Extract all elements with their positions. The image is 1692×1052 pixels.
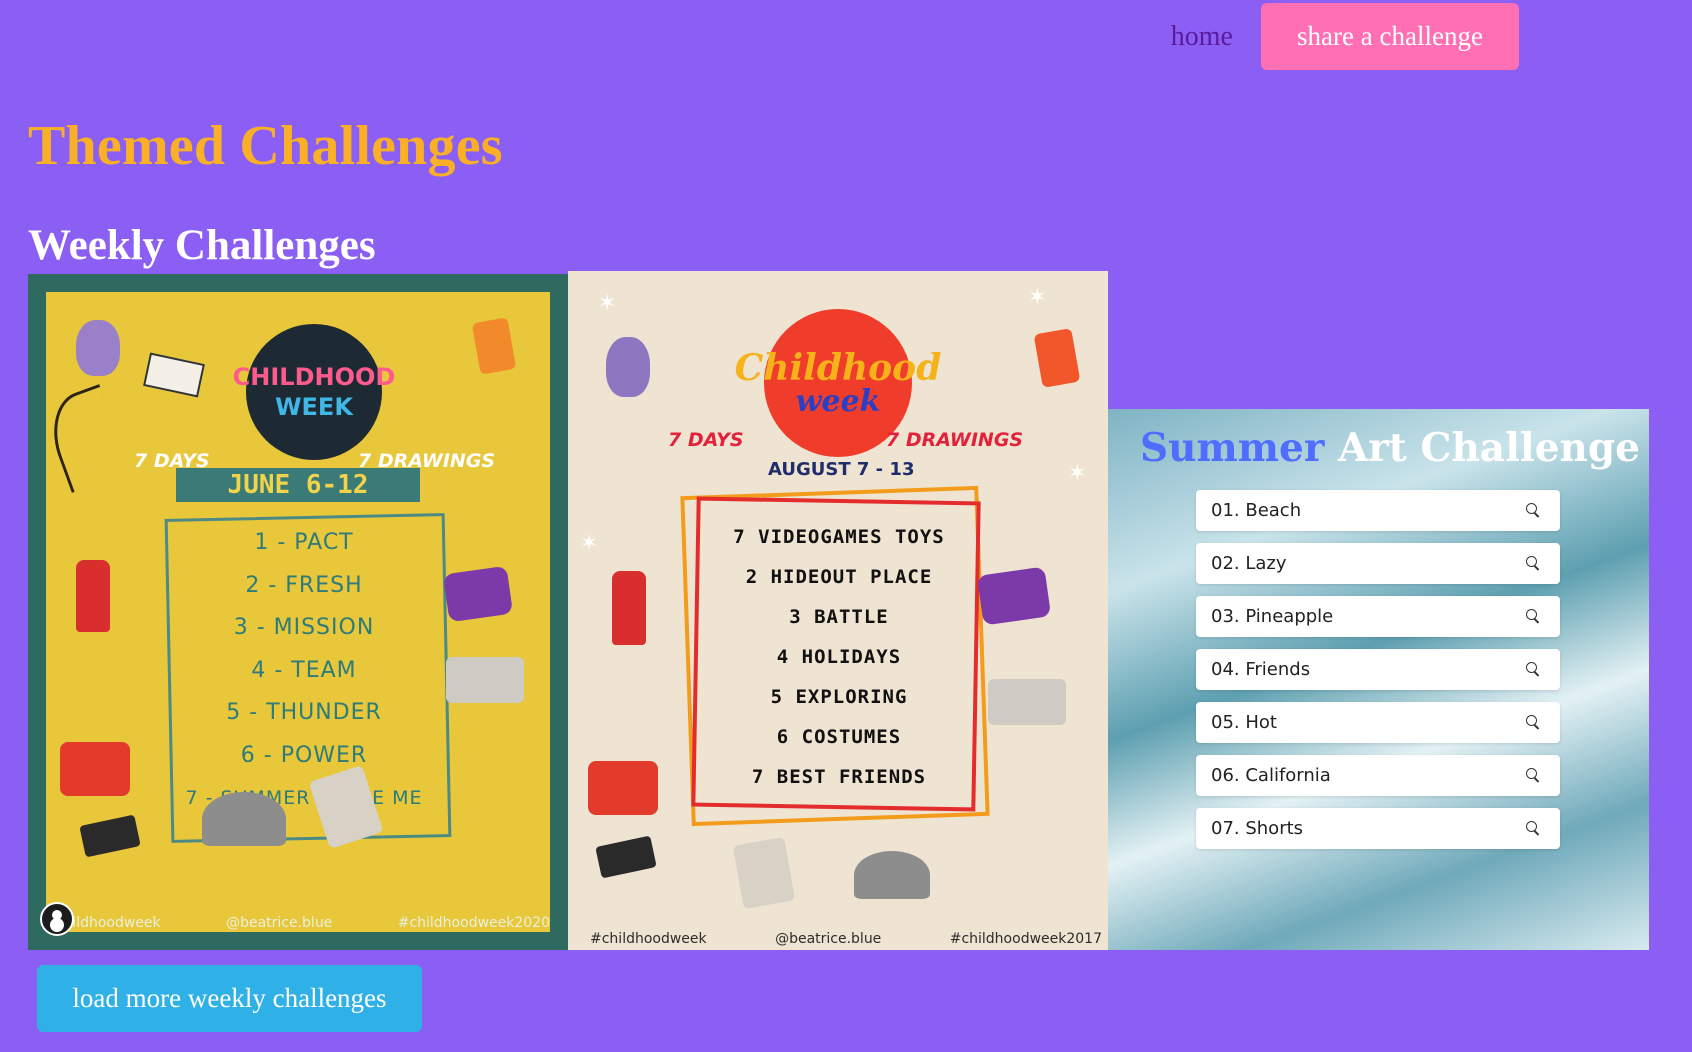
nasa-cap-decoration <box>202 792 286 846</box>
prompt-item-friends[interactable]: 04. Friends <box>1196 649 1560 690</box>
card-footer: #childhoodweek @beatrice.blue #childhood… <box>44 912 550 934</box>
radio-decoration <box>588 761 658 815</box>
card-poster: CHILDHOOD WEEK 7 DAYS 7 DRAWINGS JUNE 6-… <box>39 292 550 934</box>
hashtag-left: #childhoodweek <box>590 931 707 947</box>
list-item: 5 - THUNDER <box>226 700 382 725</box>
prompt-label: 04. Friends <box>1211 659 1311 680</box>
challenge-card-childhood-week-2017[interactable]: ✶ ✶ ✶ ✶ ✶ Childhood week 7 DAYS 7 DRAWIN… <box>568 271 1108 950</box>
list-item: 1 - PACT <box>254 530 354 555</box>
user-icon[interactable] <box>40 902 74 936</box>
prompt-list: 1 - PACT 2 - FRESH 3 - MISSION 4 - TEAM … <box>154 522 454 820</box>
card-title-word-2: Art Challenge <box>1338 425 1640 471</box>
handheld-game-decoration <box>471 317 517 375</box>
prompt-label: 03. Pineapple <box>1211 606 1334 627</box>
card-footer: #childhoodweek @beatrice.blue #childhood… <box>590 928 1102 950</box>
share-challenge-button[interactable]: share a challenge <box>1261 3 1519 70</box>
palm-decoration <box>39 384 132 493</box>
days-label: 7 DAYS <box>668 429 744 451</box>
childhood-week-badge: CHILDHOOD WEEK <box>233 324 395 460</box>
list-item: 6 - POWER <box>240 742 368 768</box>
list-item: 7 BEST FRIENDS <box>751 766 927 788</box>
prompt-item-hot[interactable]: 05. Hot <box>1196 702 1560 743</box>
star-decoration: ✶ <box>1068 461 1087 486</box>
list-item: 4 - TEAM <box>251 657 357 683</box>
gameboy-decoration <box>732 836 796 910</box>
drawings-label: 7 DRAWINGS <box>886 429 1024 451</box>
search-icon[interactable] <box>1524 714 1542 732</box>
robot-figure-decoration <box>76 560 110 632</box>
card-title: Summer Art Challenge <box>1140 425 1640 471</box>
search-icon[interactable] <box>1524 555 1542 573</box>
console-decoration <box>988 679 1066 725</box>
robot-figure-decoration <box>612 571 646 645</box>
list-item: 7 VIDEOGAMES TOYS <box>733 526 945 548</box>
prompt-label: 02. Lazy <box>1211 553 1287 574</box>
list-item: 3 BATTLE <box>789 606 889 628</box>
cassette-decoration <box>143 352 205 398</box>
console-decoration <box>446 657 524 703</box>
page-title: Themed Challenges <box>28 115 503 177</box>
list-item: 5 EXPLORING <box>770 686 908 708</box>
prompt-list: 01. Beach 02. Lazy 03. Pineapple 04. Fri… <box>1196 490 1560 861</box>
author-handle: @beatrice.blue <box>226 915 333 931</box>
badge-line-2: WEEK <box>275 393 353 421</box>
roller-skate-decoration <box>976 566 1052 626</box>
radio-decoration <box>60 742 130 796</box>
list-item: 2 HIDEOUT PLACE <box>745 566 933 588</box>
prompt-list: 7 VIDEOGAMES TOYS 2 HIDEOUT PLACE 3 BATT… <box>686 517 992 797</box>
badge-line-1: Childhood <box>734 347 942 389</box>
hashtag-right: #childhoodweek2017 <box>949 931 1102 947</box>
section-title: Weekly Challenges <box>28 222 376 269</box>
handheld-game-decoration <box>1033 328 1081 388</box>
star-decoration: ✶ <box>598 291 617 316</box>
top-nav: home share a challenge <box>1171 3 1519 70</box>
prompt-item-lazy[interactable]: 02. Lazy <box>1196 543 1560 584</box>
card-title-word-1: Summer <box>1140 425 1325 471</box>
teddy-bear-decoration <box>76 320 120 376</box>
list-item: 7 - SUMMER LITTLE ME <box>185 787 423 809</box>
search-icon[interactable] <box>1524 608 1542 626</box>
home-link[interactable]: home <box>1171 21 1233 53</box>
challenge-card-summer-art[interactable]: Summer Art Challenge 01. Beach 02. Lazy … <box>1108 409 1649 950</box>
teddy-bear-decoration <box>606 337 650 397</box>
tape-decoration <box>595 835 657 879</box>
date-banner: AUGUST 7 - 13 <box>768 459 915 480</box>
prompt-item-beach[interactable]: 01. Beach <box>1196 490 1560 531</box>
search-icon[interactable] <box>1524 502 1542 520</box>
load-more-button[interactable]: load more weekly challenges <box>37 965 422 1032</box>
challenge-card-childhood-week-2020[interactable]: CHILDHOOD WEEK 7 DAYS 7 DRAWINGS JUNE 6-… <box>28 274 568 950</box>
list-item: 2 - FRESH <box>245 572 363 598</box>
star-decoration: ✶ <box>580 531 599 556</box>
prompt-label: 01. Beach <box>1211 500 1302 521</box>
prompt-item-shorts[interactable]: 07. Shorts <box>1196 808 1560 849</box>
nasa-cap-decoration <box>854 851 930 899</box>
search-icon[interactable] <box>1524 820 1542 838</box>
prompt-item-pineapple[interactable]: 03. Pineapple <box>1196 596 1560 637</box>
roller-skate-decoration <box>442 565 514 623</box>
list-item: 3 - MISSION <box>233 615 375 640</box>
date-banner: JUNE 6-12 <box>176 468 420 502</box>
prompt-item-california[interactable]: 06. California <box>1196 755 1560 796</box>
prompt-label: 07. Shorts <box>1211 818 1304 839</box>
badge-line-1: CHILDHOOD <box>232 363 396 391</box>
list-item: 4 HOLIDAYS <box>776 646 902 668</box>
prompt-label: 06. California <box>1211 765 1331 786</box>
tape-decoration <box>79 814 141 858</box>
badge-line-2: week <box>795 384 881 419</box>
search-icon[interactable] <box>1524 767 1542 785</box>
list-item: 6 COSTUMES <box>776 726 902 748</box>
prompt-label: 05. Hot <box>1211 712 1277 733</box>
search-icon[interactable] <box>1524 661 1542 679</box>
star-decoration: ✶ <box>1028 285 1047 310</box>
author-handle: @beatrice.blue <box>775 931 882 947</box>
hashtag-right: #childhoodweek2020 <box>397 915 550 931</box>
